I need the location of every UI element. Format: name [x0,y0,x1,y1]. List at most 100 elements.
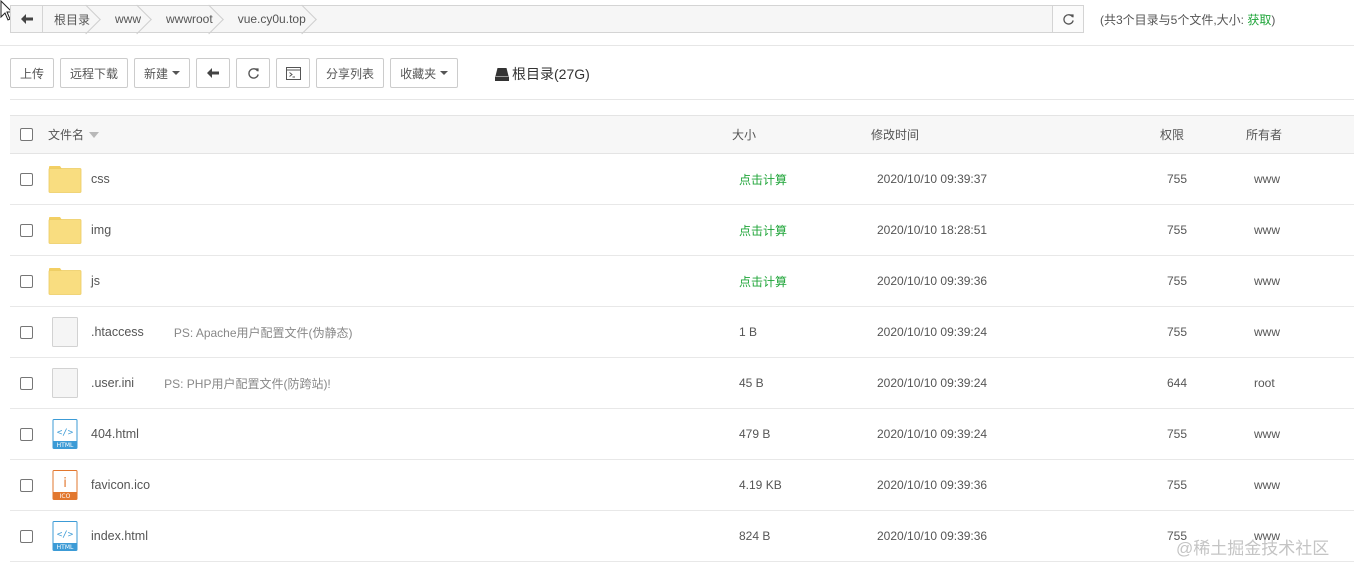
perm-link[interactable]: 755 [1167,256,1187,306]
column-header-mtime[interactable]: 修改时间 [871,116,919,153]
row-checkbox[interactable] [20,274,33,288]
column-header-name[interactable]: 文件名 [48,116,100,153]
breadcrumb: 根目录 www wwwroot vue.cy0u.top [43,6,1052,32]
html-badge: HTML [57,544,74,551]
sort-desc-icon [89,131,100,138]
file-note: PS: PHP用户配置文件(防跨站)! [164,376,331,391]
row-checkbox[interactable] [20,478,33,492]
column-header-perm[interactable]: 权限 [1160,116,1184,153]
table-row[interactable]: .user.ini PS: PHP用户配置文件(防跨站)! 45 B 2020/… [10,358,1354,409]
perm-link[interactable]: 755 [1167,511,1187,561]
mtime-cell: 2020/10/10 09:39:36 [877,529,988,543]
select-all-checkbox[interactable] [20,128,33,141]
perm-link[interactable]: 755 [1167,307,1187,357]
remote-download-button[interactable]: 远程下载 [60,58,129,88]
file-name-link[interactable]: index.html [91,529,148,543]
name-cell: .htaccess PS: Apache用户配置文件(伪静态) [48,307,353,357]
summary-close: ) [1271,13,1276,27]
row-checkbox[interactable] [20,172,33,186]
table-row[interactable]: js 点击计算 2020/10/10 09:39:36 755 www [10,256,1354,307]
favorites-dropdown-button[interactable]: 收藏夹 [390,58,459,88]
html-file-icon: </> HTML [48,521,82,551]
table-row[interactable]: css 点击计算 2020/10/10 09:39:37 755 www [10,154,1354,205]
breadcrumb-label: vue.cy0u.top [237,12,306,26]
breadcrumb-item-root[interactable]: 根目录 [43,6,104,32]
calc-size-link[interactable]: 点击计算 [739,256,787,306]
path-back-button[interactable] [11,6,43,32]
summary-text: (共3个目录与5个文件,大小: [1100,13,1248,27]
size-cell: 4.19 KB [739,478,782,492]
name-cell: js [48,256,100,306]
new-dropdown-button[interactable]: 新建 [134,58,191,88]
perm-link[interactable]: 755 [1167,154,1187,204]
upload-button[interactable]: 上传 [10,58,55,88]
disk-root-button[interactable]: 根目录(27G) [495,64,590,84]
mtime-cell: 2020/10/10 09:39:24 [877,427,988,441]
owner-link[interactable]: www [1254,511,1280,561]
owner-link[interactable]: www [1254,154,1280,204]
breadcrumb-item-wwwroot[interactable]: wwwroot [155,6,227,32]
folder-icon [48,215,82,245]
table-header: 文件名 大小 修改时间 权限 所有者 [10,115,1354,154]
size-cell: 824 B [739,529,771,543]
size-cell: 1 B [739,325,758,339]
file-name-link[interactable]: favicon.ico [91,478,150,492]
owner-link[interactable]: www [1254,205,1280,255]
table-row[interactable]: </> HTML index.html 824 B 2020/10/10 09:… [10,511,1354,562]
refresh-icon [1062,13,1074,25]
ico-badge: ICO [60,493,71,500]
calc-size-link[interactable]: 点击计算 [739,205,787,255]
terminal-button[interactable] [276,58,311,88]
html-glyph: </> [57,428,74,438]
file-name-link[interactable]: css [91,172,110,186]
path-refresh-button[interactable] [1052,6,1083,32]
row-checkbox[interactable] [20,427,33,441]
owner-link[interactable]: www [1254,409,1280,459]
row-checkbox[interactable] [20,529,33,543]
refresh-button[interactable] [236,58,271,88]
file-icon [48,368,82,398]
breadcrumb-item-www[interactable]: www [104,6,155,32]
row-checkbox-cell [20,358,33,408]
row-checkbox[interactable] [20,223,33,237]
owner-link[interactable]: www [1254,307,1280,357]
table-row[interactable]: img 点击计算 2020/10/10 18:28:51 755 www [10,205,1354,256]
perm-link[interactable]: 755 [1167,460,1187,510]
disk-label: 根目录(27G) [512,66,590,82]
breadcrumb-label: www [115,12,142,26]
file-name-link[interactable]: .htaccess [91,325,144,339]
file-name-link[interactable]: 404.html [91,427,139,441]
back-button[interactable] [196,58,231,88]
select-all-cell [20,116,33,153]
folder-icon [48,164,82,194]
share-list-button[interactable]: 分享列表 [316,58,385,88]
table-row[interactable]: .htaccess PS: Apache用户配置文件(伪静态) 1 B 2020… [10,307,1354,358]
table-row[interactable]: </> HTML 404.html 479 B 2020/10/10 09:39… [10,409,1354,460]
html-glyph: </> [57,530,74,540]
refresh-icon [247,67,259,79]
owner-link[interactable]: www [1254,256,1280,306]
perm-link[interactable]: 755 [1167,205,1187,255]
file-name-link[interactable]: .user.ini [91,376,134,390]
table-row[interactable]: i ICO favicon.ico 4.19 KB 2020/10/10 09:… [10,460,1354,511]
hard-disk-icon [495,67,509,81]
perm-link[interactable]: 755 [1167,409,1187,459]
file-name-link[interactable]: js [91,274,100,288]
row-checkbox-cell [20,256,33,306]
row-checkbox[interactable] [20,376,33,390]
file-icon [48,317,82,347]
size-cell: 479 B [739,427,771,441]
owner-link[interactable]: root [1254,358,1275,408]
breadcrumb-item-site[interactable]: vue.cy0u.top [227,6,320,32]
perm-link[interactable]: 644 [1167,358,1187,408]
row-checkbox-cell [20,511,33,561]
fetch-size-link[interactable]: 获取 [1247,13,1271,27]
file-name-link[interactable]: img [91,223,111,237]
size-cell: 45 B [739,376,764,390]
calc-size-link[interactable]: 点击计算 [739,154,787,204]
owner-link[interactable]: www [1254,460,1280,510]
row-checkbox-cell [20,205,33,255]
row-checkbox[interactable] [20,325,33,339]
column-header-size[interactable]: 大小 [732,116,756,153]
column-header-owner[interactable]: 所有者 [1246,116,1282,153]
